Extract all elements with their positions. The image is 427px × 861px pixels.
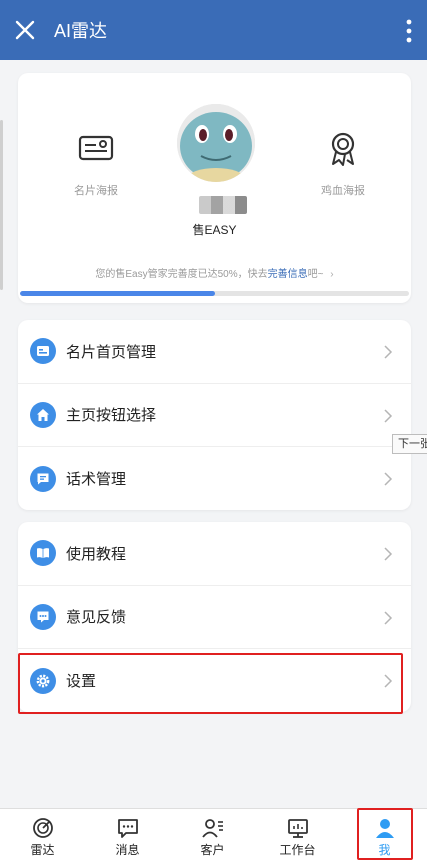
person-icon [375,819,394,838]
app-bar: AI雷达 [0,0,427,60]
business-card-poster-button[interactable]: 名片海报 [66,129,126,198]
tab-radar[interactable]: 雷达 [0,809,85,861]
motivation-poster-label: 鸡血海报 [321,185,365,197]
tab-label: 工作台 [279,843,316,857]
more-options-icon[interactable] [405,18,413,44]
business-card-poster-label: 名片海报 [74,185,118,197]
menu-item-tutorial[interactable]: 使用教程 [18,522,411,586]
menu-item-feedback[interactable]: 意见反馈 [18,586,411,649]
avatar[interactable] [177,104,255,182]
motivation-poster-button[interactable]: 鸡血海报 [313,129,373,198]
message-icon [30,465,56,492]
business-card-icon [78,135,114,161]
chevron-right-icon[interactable]: › [330,269,333,280]
chevron-right-icon [384,674,393,688]
chevron-right-icon [384,408,393,423]
completion-progress-bar [20,291,409,296]
tab-messages[interactable]: 消息 [85,809,170,861]
tab-label: 消息 [115,843,140,857]
gear-icon [30,667,56,694]
app-title: AI雷达 [54,21,108,41]
award-icon [331,132,355,166]
tab-label: 雷达 [30,843,55,857]
tab-me[interactable]: 我 [342,809,427,861]
menu-item-label: 使用教程 [66,545,127,563]
tab-label: 我 [378,843,391,857]
home-icon [30,401,56,428]
next-tooltip: 下一张 [392,434,427,454]
completion-suffix: 吧~ [307,269,324,280]
completion-text: 您的售Easy管家完善度已达50%，快去完善信息吧~ › [18,265,411,280]
chevron-right-icon [384,610,393,625]
brand-name: 售EASY [192,223,237,237]
chevron-right-icon [384,547,393,561]
book-icon [30,540,56,567]
menu-group-2: 使用教程 意见反馈 设置 [18,522,411,712]
menu-item-label: 主页按钮选择 [66,407,157,425]
complete-info-link[interactable]: 完善信息 [268,269,308,280]
radar-icon [32,818,53,838]
menu-item-script-management[interactable]: 话术管理 [18,447,411,511]
profile-card: 名片海报 售EASY 鸡血海报 您的售Easy管家完善度已达50%，快去完善信息… [18,73,411,303]
tab-label: 客户 [200,843,225,857]
bottom-tab-bar: 雷达 消息 客户 工作台 我 [0,808,427,861]
menu-item-home-buttons[interactable]: 主页按钮选择 [18,384,411,447]
completion-prefix: 您的售Easy管家完善度已达50%，快去 [95,269,268,280]
tab-workbench[interactable]: 工作台 [255,809,340,861]
workbench-icon [287,819,308,838]
customers-icon [201,819,223,838]
menu-item-label: 设置 [66,673,97,691]
chevron-right-icon [384,345,393,359]
menu-item-label: 话术管理 [66,471,127,489]
user-name-blurred [199,196,247,214]
menu-item-settings[interactable]: 设置 [18,649,411,713]
menu-item-label: 名片首页管理 [66,343,157,361]
avatar-image [177,104,255,182]
chat-icon [117,819,138,838]
tab-customers[interactable]: 客户 [170,809,255,861]
scrollbar[interactable] [0,120,3,290]
menu-item-card-homepage[interactable]: 名片首页管理 [18,320,411,384]
feedback-icon [30,603,56,630]
chevron-right-icon [384,472,393,486]
menu-group-1: 名片首页管理 主页按钮选择 话术管理 [18,320,411,510]
completion-progress-fill [20,291,215,296]
menu-item-label: 意见反馈 [66,609,127,627]
close-icon[interactable] [14,19,36,41]
card-icon [30,338,56,365]
